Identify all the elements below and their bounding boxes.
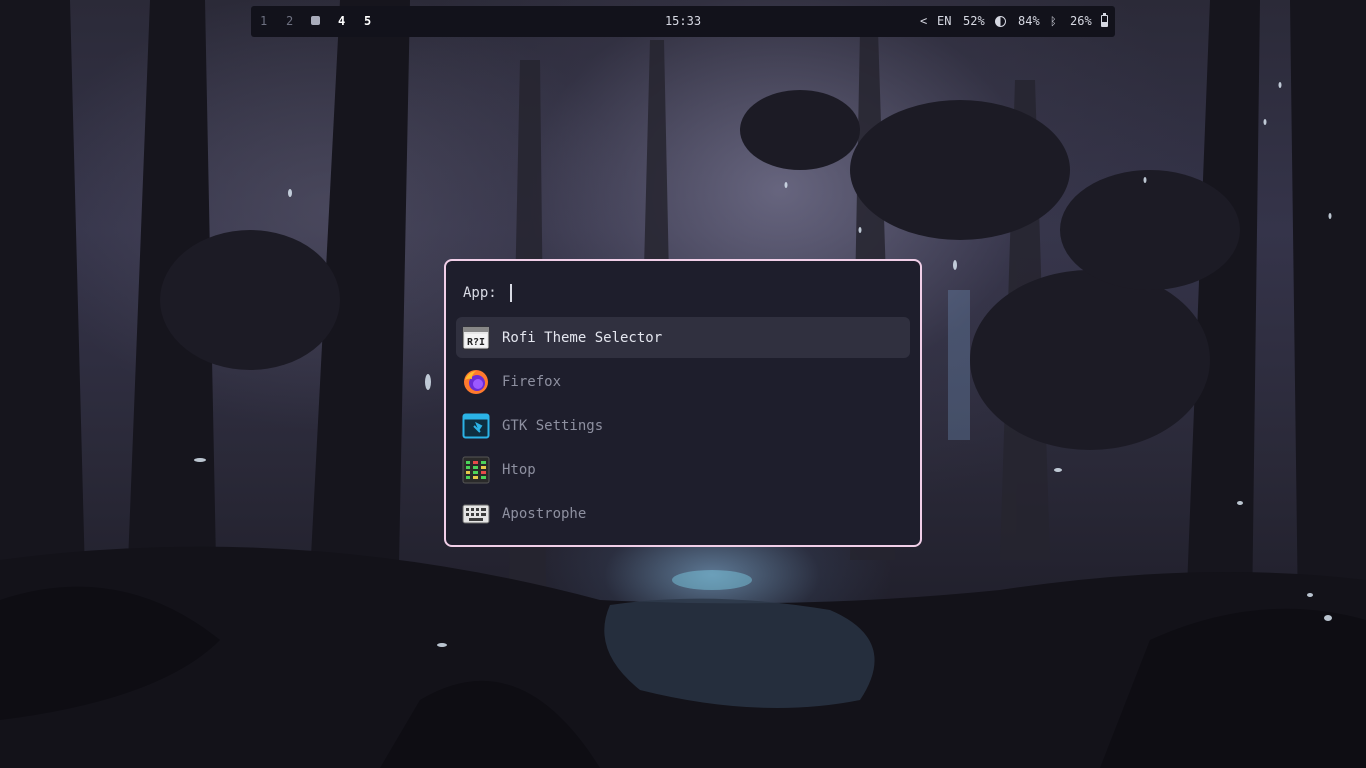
list-item-htop[interactable]: Htop [456,449,910,490]
workspace-1[interactable]: 1 [260,14,267,29]
list-item-firefox[interactable]: Firefox [456,361,910,402]
clock[interactable]: 15:33 [662,14,704,29]
workspace-active-indicator[interactable] [311,16,320,25]
workspace-4[interactable]: 4 [338,14,345,29]
list-item-gtk-settings[interactable]: GTK Settings [456,405,910,446]
search-input[interactable] [506,282,890,306]
bluetooth-icon: ᛒ [1050,15,1057,28]
gtk-settings-icon [462,413,490,439]
text-cursor [510,284,512,302]
htop-icon [462,456,490,484]
prompt-label: App: [463,285,497,301]
brightness-icon [995,16,1006,27]
svg-text:R?I: R?I [467,337,485,348]
list-item-label: Htop [502,462,536,478]
workspace-5[interactable]: 5 [364,14,371,29]
battery-value[interactable]: 26% [1070,14,1092,29]
keyboard-icon [462,504,490,524]
list-item-label: Rofi Theme Selector [502,330,663,346]
tray-expand-arrow[interactable]: < [920,14,927,29]
list-item-label: Firefox [502,374,562,390]
list-item-label: GTK Settings [502,418,604,434]
top-status-bar: 1 2 4 5 15:33 < EN 52% 84% ᛒ 26% [251,6,1115,37]
rofi-icon: R?I [462,326,490,350]
list-item-apostrophe[interactable]: Apostrophe [456,493,910,534]
app-launcher: App: R?I Rofi Theme Selector Firefox GTK… [444,259,922,547]
firefox-icon [464,370,488,394]
battery-icon [1101,13,1108,27]
list-item-label: Apostrophe [502,506,587,522]
keyboard-layout[interactable]: EN [937,14,951,29]
list-item-rofi-theme-selector[interactable]: R?I Rofi Theme Selector [456,317,910,358]
brightness-value[interactable]: 52% [963,14,985,29]
workspace-2[interactable]: 2 [286,14,293,29]
bluetooth-battery-value[interactable]: 84% [1018,14,1040,29]
